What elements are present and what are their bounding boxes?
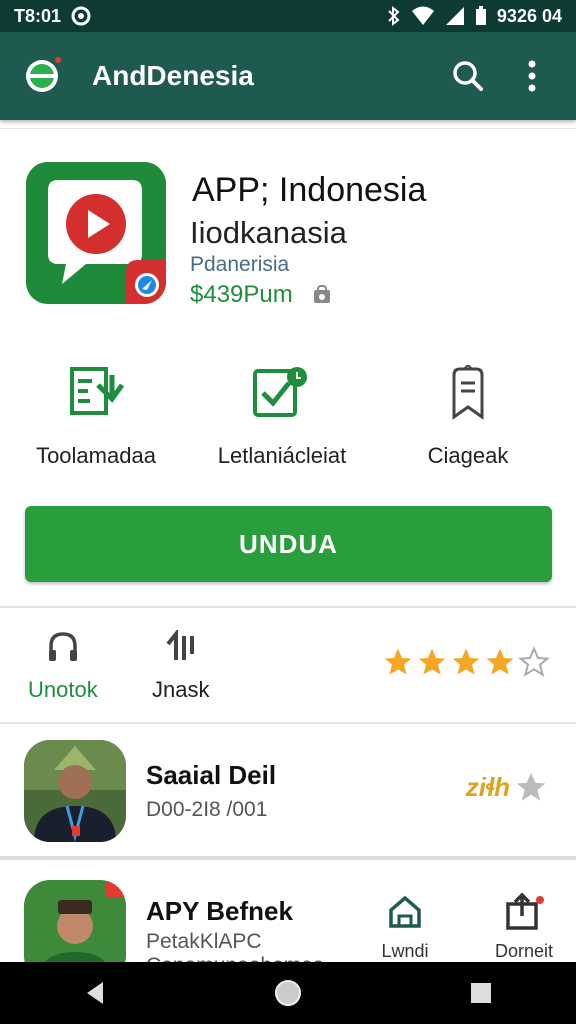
- feature-download[interactable]: Toolamadaa: [6, 365, 186, 469]
- avatar[interactable]: [24, 880, 126, 962]
- app-name: APP; Indonesia: [192, 171, 427, 209]
- wifi-icon: [411, 6, 434, 25]
- feature-label: Letlaniácleiat: [217, 443, 347, 468]
- man-lanyard-avatar: [24, 740, 126, 842]
- review-rating: ziɬh: [466, 770, 548, 804]
- more-options-button[interactable]: [510, 54, 554, 98]
- review-rating-text: ziɬh: [465, 771, 510, 802]
- divider: [0, 856, 576, 860]
- battery-icon: [475, 6, 486, 25]
- home-icon: [389, 895, 421, 928]
- signal-icon: [445, 7, 464, 25]
- back-icon[interactable]: [83, 980, 107, 1006]
- notification-icon: [71, 6, 91, 26]
- review-action-label: Dorneit: [494, 941, 554, 961]
- stat-label: Jnask: [152, 677, 210, 702]
- review-action-share[interactable]: Dorneit: [494, 892, 554, 962]
- star-filled-icon: [384, 648, 412, 675]
- avatar[interactable]: [24, 740, 126, 842]
- star-empty-icon: [518, 646, 550, 677]
- search-icon: [453, 61, 483, 91]
- app-bar-title: AndDenesia: [92, 60, 254, 91]
- review-action-label: Lwndi: [381, 941, 429, 961]
- star-empty-icon: [516, 772, 546, 801]
- review-item[interactable]: Saaial Deil D00-2I8 /001 ziɬh: [0, 724, 576, 854]
- review-author: Saaial Deil: [146, 760, 277, 790]
- search-button[interactable]: [446, 54, 490, 98]
- man-cap-avatar: [24, 880, 126, 962]
- feature-label: Toolamadaa: [36, 443, 156, 468]
- app-developer[interactable]: Pdanerisia: [190, 253, 289, 277]
- status-time: T8:01: [14, 5, 62, 26]
- app-icon[interactable]: [26, 162, 166, 304]
- install-button[interactable]: UNDUA: [25, 506, 552, 582]
- feature-label: Ciageak: [427, 443, 509, 468]
- stats-row: Unotok Jnask: [0, 610, 576, 722]
- review-author: APY Befnek: [146, 896, 293, 926]
- share-icon: [506, 892, 544, 930]
- app-logo-icon[interactable]: [22, 56, 62, 96]
- star-filled-icon: [486, 648, 514, 675]
- recents-icon[interactable]: [469, 981, 493, 1005]
- bluetooth-icon: [388, 6, 400, 26]
- stat-listen[interactable]: Unotok: [28, 630, 98, 703]
- chat-play-icon: [26, 162, 166, 304]
- review-meta: PetakKlAPC: [146, 930, 262, 953]
- app-subtitle: Iiodkanasia: [190, 215, 347, 250]
- bookmark-icon: [452, 365, 484, 420]
- star-filled-icon: [418, 648, 446, 675]
- app-bar: AndDenesia: [0, 32, 576, 120]
- rating-stars: [382, 646, 550, 678]
- review-meta: D00-2I8 /001: [146, 798, 268, 821]
- navigation-bar: [0, 962, 576, 1024]
- lock-badge-icon: [314, 285, 330, 303]
- feature-bookmark[interactable]: Ciageak: [378, 365, 558, 469]
- status-right-text: 9326 04: [496, 5, 562, 26]
- app-detail-card: APP; Indonesia Iiodkanasia Pdanerisia $4…: [0, 128, 576, 603]
- star-filled-icon: [452, 648, 480, 675]
- headphones-icon: [48, 632, 77, 661]
- review-meta-extra: Conamunoohomas: [146, 954, 323, 962]
- stat-label: Unotok: [28, 677, 98, 702]
- status-bar: T8:01 9326 04: [0, 0, 576, 32]
- rating-icon: [166, 628, 194, 660]
- more-vert-icon: [528, 60, 536, 92]
- stat-rating[interactable]: Jnask: [152, 628, 210, 703]
- home-button-icon[interactable]: [273, 978, 303, 1008]
- app-price: $439Pum: [190, 281, 293, 308]
- feature-verified[interactable]: Letlaniácleiat: [192, 365, 372, 469]
- verified-doc-icon: [253, 367, 307, 417]
- review-item[interactable]: APY Befnek PetakKlAPC Conamunoohomas Lwn…: [0, 862, 576, 962]
- review-action-home[interactable]: Lwndi: [380, 892, 430, 962]
- download-doc-icon: [70, 367, 124, 415]
- divider: [0, 606, 576, 608]
